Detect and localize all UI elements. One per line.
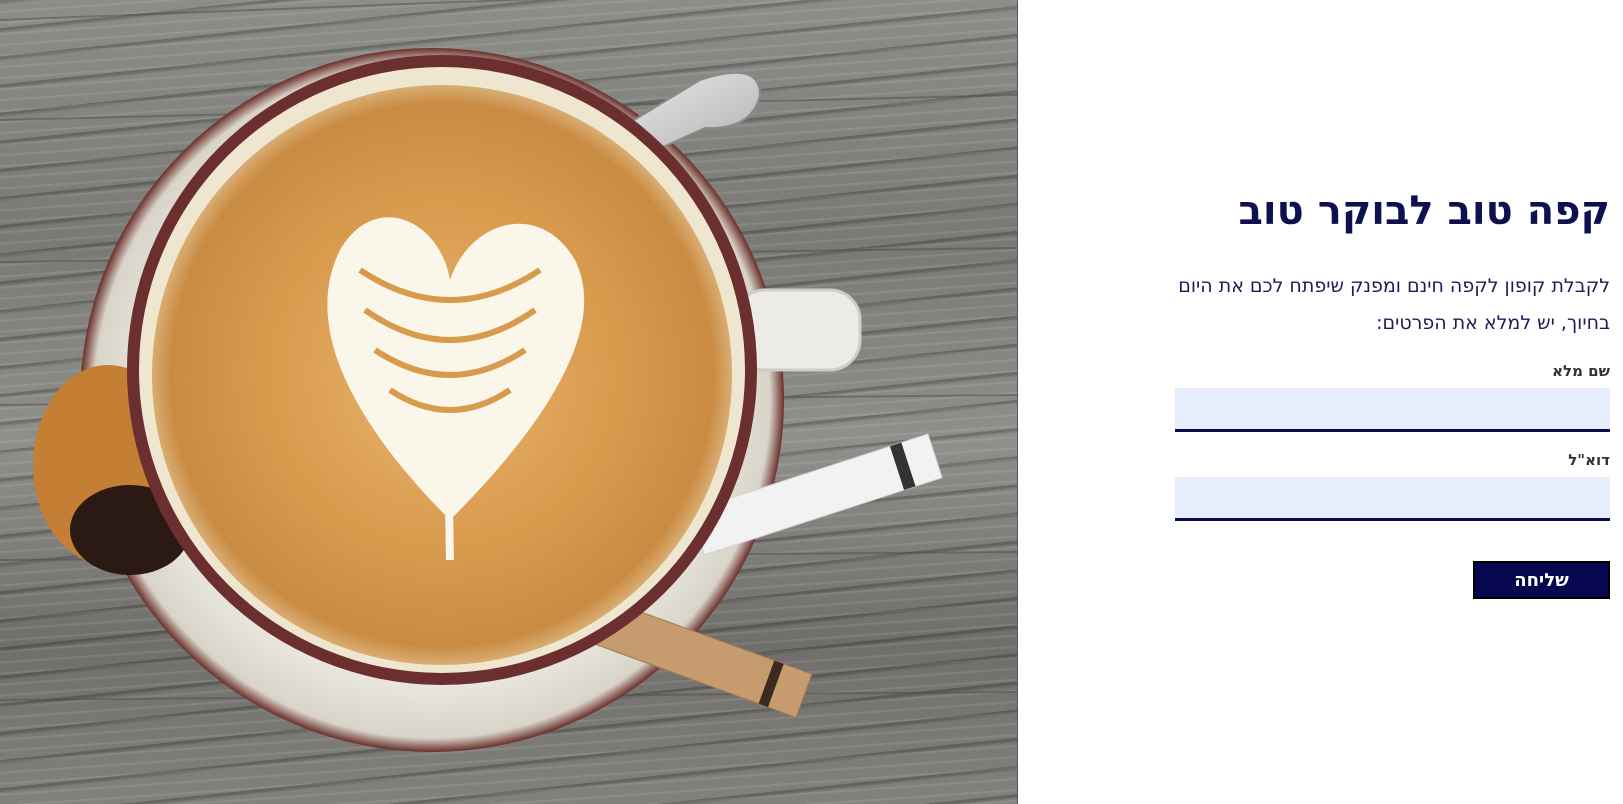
- page-title: קפה טוב לבוקר טוב: [1238, 188, 1610, 234]
- email-input[interactable]: [1175, 477, 1610, 521]
- intro-text: לקבלת קופון לקפה חינם ומפנק שיפתח לכם את…: [1178, 275, 1610, 334]
- coupon-form: קפה טוב לבוקר טוב לקבלת קופון לקפה חינם …: [1140, 0, 1610, 804]
- submit-button[interactable]: שליחה: [1473, 561, 1610, 599]
- coffee-cup-illustration: [0, 0, 1018, 752]
- hero-coffee-image: [0, 0, 1018, 804]
- full-name-input[interactable]: [1175, 388, 1610, 432]
- photo-edge-divider: [1017, 0, 1018, 804]
- email-label: דוא"ל: [1568, 451, 1610, 469]
- name-label: שם מלא: [1552, 362, 1610, 380]
